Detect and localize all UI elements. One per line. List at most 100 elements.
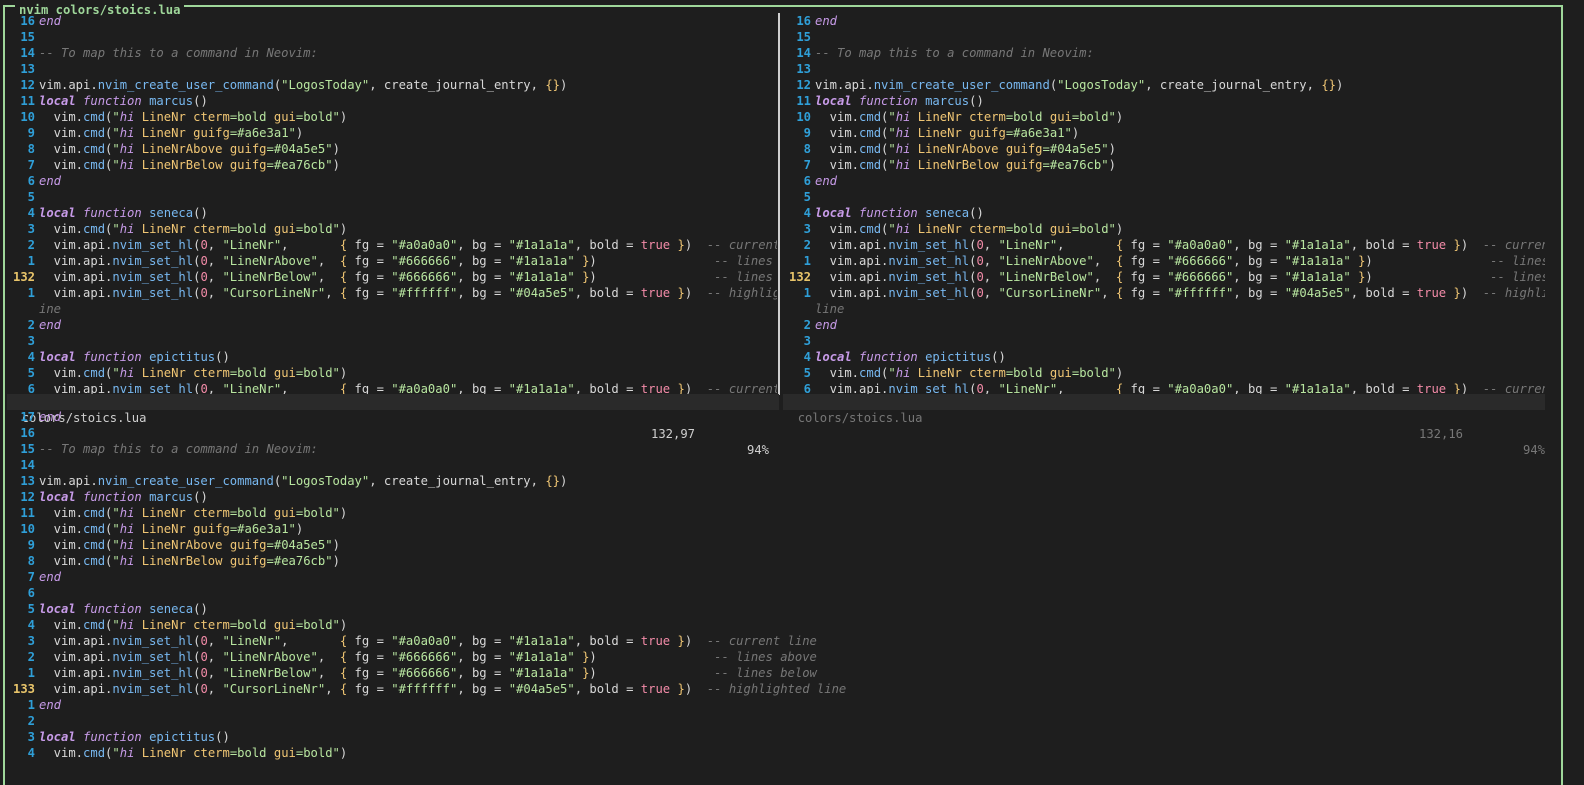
code-line[interactable]: 3 vim.cmd("hi LineNr cterm=bold gui=bold… (783, 221, 1545, 237)
code-line[interactable]: 17 end (7, 409, 1545, 425)
vertical-split-separator[interactable] (778, 13, 780, 395)
code-line[interactable]: 8 vim.cmd("hi LineNrAbove guifg=#04a5e5"… (783, 141, 1545, 157)
code-line[interactable]: 3 (7, 333, 777, 349)
code-line[interactable]: 2 end (783, 317, 1545, 333)
code-line[interactable]: 133 vim.api.nvim_set_hl(0, "CursorLineNr… (7, 681, 1545, 697)
editor-pane-bottom[interactable]: 17 end 16 15 -- To map this to a command in … (7, 409, 1545, 768)
code-token: ) (684, 634, 707, 648)
code-token: vim.api. (815, 254, 889, 268)
code-line[interactable]: 5 vim.cmd("hi LineNr cterm=bold gui=bold… (783, 365, 1545, 381)
code-line[interactable]: 13 (7, 61, 777, 77)
code-token: hi (119, 506, 135, 520)
code-line[interactable]: 1 end (7, 697, 1545, 713)
code-line[interactable]: 13 vim.api.nvim_create_user_command("Logo… (7, 473, 1545, 489)
code-line[interactable]: 10 vim.cmd("hi LineNr cterm=bold gui=bol… (783, 109, 1545, 125)
code-line[interactable]: 15 -- To map this to a command in Neovim: (7, 441, 1545, 457)
code-line[interactable]: 1 vim.api.nvim_set_hl(0, "CursorLineNr",… (783, 285, 1545, 301)
code-line[interactable]: 8 vim.cmd("hi LineNrBelow guifg=#ea76cb"… (7, 553, 1545, 569)
code-line[interactable]: 2 vim.api.nvim_set_hl(0, "LineNrAbove", … (7, 649, 1545, 665)
code-token: fg = (347, 286, 392, 300)
code-line[interactable]: 3 (783, 333, 1545, 349)
code-token: =#a6e3a1" (229, 522, 296, 536)
code-token: "#666666" (391, 666, 458, 680)
code-line[interactable]: 9 vim.cmd("hi LineNr guifg=#a6e3a1") (7, 125, 777, 141)
code-line[interactable]: 5 vim.cmd("hi LineNr cterm=bold gui=bold… (7, 365, 777, 381)
code-line[interactable]: 15 (7, 29, 777, 45)
code-line[interactable]: 11 local function marcus() (7, 93, 777, 109)
code-line[interactable]: 9 vim.cmd("hi LineNrAbove guifg=#04a5e5"… (7, 537, 1545, 553)
code-line[interactable]: 6 end (783, 173, 1545, 189)
line-number: 3 (27, 334, 35, 348)
code-line[interactable]: 4 vim.cmd("hi LineNr cterm=bold gui=bold… (7, 745, 1545, 761)
code-line[interactable]: 5 local function seneca() (7, 601, 1545, 617)
code-line[interactable]: 132 vim.api.nvim_set_hl(0, "LineNrBelow"… (783, 269, 1545, 285)
code-token: gui (273, 506, 296, 520)
code-line[interactable]: 4 vim.cmd("hi LineNr cterm=bold gui=bold… (7, 617, 1545, 633)
code-line[interactable]: 3 vim.cmd("hi LineNr cterm=bold gui=bold… (7, 221, 777, 237)
code-line[interactable]: 6 (7, 585, 1545, 601)
code-line[interactable]: 14 -- To map this to a command in Neovim: (783, 45, 1545, 61)
code-token: guifg (229, 554, 267, 568)
code-token: " (888, 222, 896, 236)
code-line[interactable]: 3 local function epictitus() (7, 729, 1545, 745)
code-line[interactable]: 12 local function marcus() (7, 489, 1545, 505)
code-line[interactable]: 6 vim.api.nvim_set_hl(0, "LineNr", { fg … (783, 381, 1545, 395)
code-token: , create_journal_entry, (369, 474, 546, 488)
code-line[interactable]: 11 local function marcus() (783, 93, 1545, 109)
code-line[interactable]: 11 vim.cmd("hi LineNr cterm=bold gui=bol… (7, 505, 1545, 521)
line-number: 4 (803, 206, 811, 220)
code-line[interactable]: 4 local function epictitus() (783, 349, 1545, 365)
code-line[interactable]: 2 vim.api.nvim_set_hl(0, "LineNr", { fg … (783, 237, 1545, 253)
code-line[interactable]: 16 end (7, 13, 777, 29)
code-token: "#666666" (391, 270, 458, 284)
code-line[interactable]: 14 (7, 457, 1545, 473)
code-line[interactable]: 7 vim.cmd("hi LineNrBelow guifg=#ea76cb"… (7, 157, 777, 173)
code-line[interactable]: 14 -- To map this to a command in Neovim: (7, 45, 777, 61)
code-line[interactable]: 9 vim.cmd("hi LineNr guifg=#a6e3a1") (783, 125, 1545, 141)
code-line[interactable]: 6 vim.api.nvim_set_hl(0, "LineNr", { fg … (7, 381, 777, 395)
code-token: , bg = (457, 634, 509, 648)
code-line[interactable]: 13 (783, 61, 1545, 77)
code-line[interactable]: 12 vim.api.nvim_create_user_command("Logo… (7, 77, 777, 93)
code-line[interactable]: line (783, 301, 1545, 317)
code-token: , (207, 634, 223, 648)
code-text: vim.api.nvim_create_user_command("LogosT… (811, 78, 1343, 92)
code-line[interactable]: 132 vim.api.nvim_set_hl(0, "LineNrBelow"… (7, 269, 777, 285)
code-token: 0 (200, 286, 208, 300)
code-line[interactable]: 4 local function seneca() (7, 205, 777, 221)
code-line[interactable]: 8 vim.cmd("hi LineNrAbove guifg=#04a5e5"… (7, 141, 777, 157)
code-line[interactable]: 15 (783, 29, 1545, 45)
editor-pane-top-right[interactable]: 16 end 15 14 -- To map this to a command in … (783, 13, 1545, 395)
code-line[interactable]: 3 vim.api.nvim_set_hl(0, "LineNr", { fg … (7, 633, 1545, 649)
code-line[interactable]: 5 (783, 189, 1545, 205)
code-line[interactable]: 12 vim.api.nvim_create_user_command("Logo… (783, 77, 1545, 93)
code-line[interactable]: 10 vim.cmd("hi LineNr cterm=bold gui=bol… (7, 109, 777, 125)
code-line[interactable]: 7 vim.cmd("hi LineNrBelow guifg=#ea76cb"… (783, 157, 1545, 173)
line-number: 14 (20, 458, 35, 472)
code-line[interactable]: 10 vim.cmd("hi LineNr guifg=#a6e3a1") (7, 521, 1545, 537)
code-line[interactable]: 6 end (7, 173, 777, 189)
code-line[interactable]: ine (7, 301, 777, 317)
code-token: cmd (83, 142, 106, 156)
code-text: vim.cmd("hi LineNr cterm=bold gui=bold") (35, 618, 348, 632)
code-token: "#1a1a1a" (1284, 254, 1351, 268)
line-number: 10 (796, 110, 811, 124)
code-line[interactable]: 2 end (7, 317, 777, 333)
code-line[interactable]: 2 (7, 713, 1545, 729)
code-line[interactable]: 7 end (7, 569, 1545, 585)
code-line[interactable]: 16 end (783, 13, 1545, 29)
code-line[interactable]: 16 (7, 425, 1545, 441)
code-line[interactable]: 5 (7, 189, 777, 205)
code-line[interactable]: 2 vim.api.nvim_set_hl(0, "LineNr", { fg … (7, 237, 777, 253)
code-line[interactable]: 4 local function seneca() (783, 205, 1545, 221)
code-line[interactable]: 1 vim.api.nvim_set_hl(0, "LineNrBelow", … (7, 665, 1545, 681)
code-line[interactable]: 1 vim.api.nvim_set_hl(0, "LineNrAbove", … (7, 253, 777, 269)
code-line[interactable]: 4 local function epictitus() (7, 349, 777, 365)
code-line[interactable]: 1 vim.api.nvim_set_hl(0, "LineNrAbove", … (783, 253, 1545, 269)
editor-pane-top-left[interactable]: 16 end 15 14 -- To map this to a command in … (7, 13, 777, 395)
code-line[interactable]: 1 vim.api.nvim_set_hl(0, "CursorLineNr",… (7, 285, 777, 301)
